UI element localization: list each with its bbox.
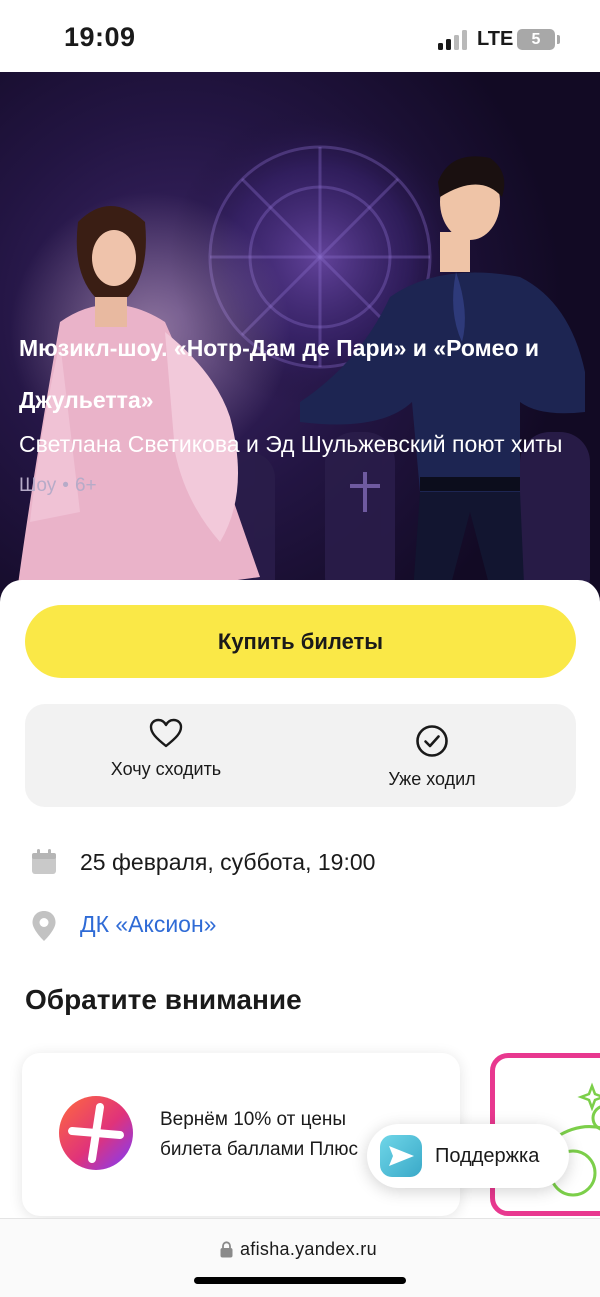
url-text: afisha.yandex.ru: [240, 1239, 377, 1259]
actions-card: Хочу сходить Уже ходил: [25, 704, 576, 807]
event-hero-image: Мюзикл-шоу. «Нотр-Дам де Пари» и «Ромео …: [0, 72, 600, 607]
heart-icon: [149, 718, 183, 748]
notice-section-title: Обратите внимание: [25, 984, 302, 1015]
want-to-go-label: Хочу сходить: [110, 759, 222, 779]
support-chat-icon: [380, 1135, 422, 1177]
already-visited-label: Уже ходил: [388, 769, 476, 789]
location-pin-icon: [32, 911, 56, 941]
event-subtitle: Светлана Светикова и Эд Шульжевский поют…: [19, 431, 563, 457]
calendar-icon: [32, 849, 56, 874]
event-title: Мюзикл-шоу. «Нотр-Дам де Пари» и «Ромео …: [19, 335, 540, 413]
already-visited-button[interactable]: Уже ходил: [321, 704, 543, 807]
check-circle-icon: [416, 725, 448, 757]
network-label: LTE: [477, 28, 514, 50]
meta-separator: •: [62, 475, 69, 496]
status-time: 19:09: [64, 22, 136, 52]
lock-icon: [220, 1241, 233, 1258]
buy-tickets-button[interactable]: Купить билеты: [25, 605, 576, 678]
venue-link[interactable]: ДК «Аксион»: [80, 906, 216, 942]
event-age-rating: 6+: [74, 475, 97, 496]
event-meta: Шоу • 6+: [19, 475, 579, 497]
want-to-go-button[interactable]: Хочу сходить: [55, 704, 277, 807]
battery-icon: 5: [517, 29, 555, 50]
status-bar: 19:09 LTE 5: [0, 0, 600, 72]
support-label: Поддержка: [435, 1145, 540, 1167]
event-category[interactable]: Шоу: [19, 475, 56, 496]
battery-tip: [557, 35, 560, 44]
event-date: 25 февраля, суббота, 19:00: [80, 849, 376, 875]
home-indicator[interactable]: [194, 1277, 406, 1284]
browser-url-bar[interactable]: afisha.yandex.ru: [0, 1218, 600, 1297]
battery-level: 5: [531, 31, 541, 48]
date-row: 25 февраля, суббота, 19:00: [28, 844, 508, 880]
promo-text: Вернём 10% от цены билета баллами Плюс: [160, 1109, 359, 1160]
event-info: Мюзикл-шоу. «Нотр-Дам де Пари» и «Ромео …: [19, 322, 579, 497]
support-button[interactable]: Поддержка: [367, 1124, 569, 1188]
plus-logo-icon: [59, 1096, 133, 1170]
signal-icon: [438, 30, 468, 50]
venue-row[interactable]: ДК «Аксион»: [28, 906, 328, 942]
